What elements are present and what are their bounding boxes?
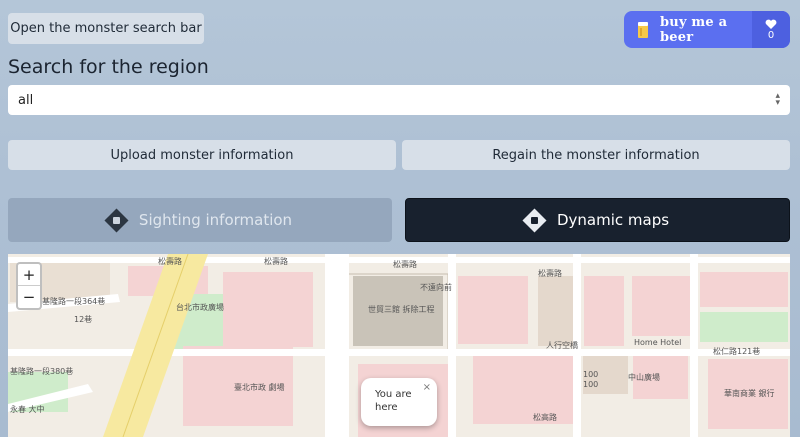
map-label: Home Hotel — [634, 338, 682, 347]
map-label: 松壽路 — [158, 257, 182, 266]
region-select-value: all — [18, 92, 34, 108]
map-label: 松仁路121巷 — [713, 347, 761, 356]
tab-sighting-information[interactable]: Sighting information — [8, 198, 392, 242]
map-label: 100 — [583, 380, 599, 389]
location-popup: × You are here — [361, 378, 437, 426]
zoom-out-button[interactable]: − — [18, 286, 40, 308]
beer-likes[interactable]: 0 — [752, 11, 790, 48]
map-label: 100 — [583, 370, 599, 379]
upload-monster-button[interactable]: Upload monster information — [8, 140, 396, 170]
map-label: 人行空橋 — [546, 341, 578, 350]
beer-label: buy me a beer — [660, 14, 728, 45]
map-label: 松壽路 — [264, 257, 288, 266]
buy-me-a-beer-button[interactable]: buy me a beer 0 — [624, 11, 790, 48]
map-label: 中山廣場 — [628, 373, 660, 382]
map-label: 松高路 — [533, 413, 557, 422]
diamond-map-icon — [522, 207, 547, 233]
map-label: 世貿三館 拆除工程 — [368, 305, 435, 314]
popup-text-line2: here — [375, 402, 398, 413]
tab-dynamic-maps[interactable]: Dynamic maps — [405, 198, 790, 242]
map-zoom-control[interactable]: + − — [16, 262, 42, 310]
tab-maps-label: Dynamic maps — [556, 211, 670, 229]
beer-cup-icon — [630, 11, 656, 48]
map-label: 基隆路一段380巷 — [10, 367, 74, 376]
tab-sighting-label: Sighting information — [138, 211, 293, 229]
regain-monster-button[interactable]: Regain the monster information — [402, 140, 790, 170]
map-label: 松壽路 — [393, 260, 417, 269]
map-label: 松壽路 — [538, 269, 562, 278]
zoom-in-button[interactable]: + — [18, 264, 40, 286]
diamond-eye-icon — [104, 207, 129, 233]
map-label: 12巷 — [74, 315, 93, 324]
heart-icon — [765, 19, 777, 29]
map-label: 永春 大中 — [10, 405, 45, 414]
beer-count: 0 — [767, 29, 775, 41]
region-search-title: Search for the region — [8, 56, 209, 78]
select-chevron-icon: ▴ ▾ — [775, 91, 780, 108]
open-monster-search-button[interactable]: Open the monster search bar — [8, 13, 204, 44]
map-label: 基隆路一段364巷 — [42, 297, 106, 306]
map-label: 臺北市政 劇場 — [234, 383, 285, 392]
popup-close-icon[interactable]: × — [423, 381, 431, 394]
dynamic-map[interactable]: 松壽路 松壽路 松壽路 松壽路 基隆路一段364巷 台北市政廣場 世貿三館 拆除… — [8, 254, 790, 437]
region-select[interactable]: all ▴ ▾ — [8, 85, 790, 115]
map-label: 台北市政廣場 — [176, 303, 224, 312]
map-label: 華南商業 銀行 — [724, 389, 775, 398]
map-label: 不遠向前 — [420, 283, 452, 292]
